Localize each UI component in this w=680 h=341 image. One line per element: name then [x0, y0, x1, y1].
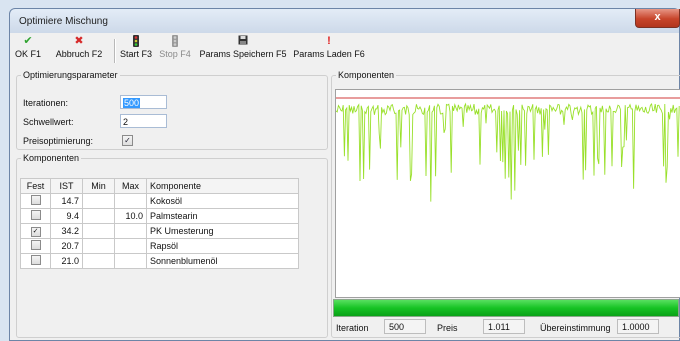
fest-checkbox[interactable]: ✓ [30, 227, 41, 237]
max-cell[interactable] [114, 223, 147, 239]
start-button[interactable]: Start F3 [118, 35, 154, 65]
max-cell[interactable] [114, 238, 147, 254]
max-cell[interactable]: 10.0 [114, 208, 147, 224]
column-header-fest[interactable]: Fest [20, 178, 51, 194]
cross-icon: ✖ [74, 35, 84, 47]
client-area: ✔ OK F1 ✖ Abbruch F2 Start F3 Stop F4 Pa… [11, 33, 680, 340]
trace-line [335, 102, 680, 202]
min-cell[interactable] [82, 208, 115, 224]
window-title: Optimiere Mischung [19, 16, 108, 27]
plot-canvas [335, 97, 680, 202]
min-cell[interactable] [82, 253, 115, 269]
component-name-cell[interactable]: Palmstearin [146, 208, 299, 224]
save-params-label: Params Speichern F5 [199, 49, 287, 59]
ok-label: OK F1 [14, 49, 41, 59]
traffic-light-icon [157, 35, 193, 47]
title-bar[interactable]: Optimiere Mischung x [10, 9, 680, 33]
components-plot [335, 89, 680, 298]
component-name-cell[interactable]: Rapsöl [146, 238, 299, 254]
toolbar-separator [114, 39, 116, 63]
progress-bar [333, 299, 679, 317]
optimization-params-legend: Optimierungsparameter [23, 70, 118, 80]
ok-button[interactable]: ✔ OK F1 [13, 35, 43, 65]
match-label: Übereinstimmung [540, 323, 611, 333]
ist-cell[interactable]: 21.0 [50, 253, 83, 269]
optimization-params-group: Optimierungsparameter Iterationen: 500 S… [16, 70, 328, 150]
table-row[interactable]: ✓ 34.2 PK Umesterung [20, 223, 299, 239]
table-row[interactable]: 14.7 Kokosöl [20, 193, 299, 209]
table-header-row: Fest IST Min Max Komponente [20, 178, 299, 194]
floppy-disk-icon [197, 35, 289, 47]
threshold-value: 2 [123, 117, 129, 127]
traffic-light-icon [118, 35, 154, 47]
close-icon: x [654, 11, 661, 23]
match-value: 1.0000 [617, 319, 659, 334]
component-name-cell[interactable]: Sonnenblumenöl [146, 253, 299, 269]
components-legend: Komponenten [23, 153, 80, 163]
min-cell[interactable] [82, 223, 115, 239]
stop-button[interactable]: Stop F4 [157, 35, 193, 65]
exclamation-icon: ! [327, 35, 331, 47]
close-button[interactable]: x [635, 9, 680, 28]
fest-cell[interactable] [20, 238, 51, 254]
price-optimization-checkbox[interactable]: ✓ [122, 135, 133, 146]
column-header-max[interactable]: Max [114, 178, 147, 194]
ist-cell[interactable]: 34.2 [50, 223, 83, 239]
ist-cell[interactable]: 20.7 [50, 238, 83, 254]
iteration-value: 500 [384, 319, 426, 334]
threshold-input[interactable]: 2 [120, 114, 167, 128]
components-table: Fest IST Min Max Komponente 14.7 Kokosöl [20, 178, 299, 269]
component-name-cell[interactable]: PK Umesterung [146, 223, 299, 239]
fest-cell[interactable] [20, 208, 51, 224]
stop-label: Stop F4 [159, 49, 191, 59]
fest-cell[interactable] [20, 253, 51, 269]
cancel-button[interactable]: ✖ Abbruch F2 [47, 35, 111, 65]
ist-cell[interactable]: 9.4 [50, 208, 83, 224]
components-group: Komponenten Fest IST Min Max Komponente … [16, 153, 328, 338]
fest-checkbox[interactable] [30, 195, 41, 205]
load-params-label: Params Laden F6 [293, 49, 365, 59]
iterations-input[interactable]: 500 [120, 95, 167, 109]
max-cell[interactable] [114, 253, 147, 269]
fest-cell[interactable] [20, 193, 51, 209]
max-cell[interactable] [114, 193, 147, 209]
threshold-label: Schwellwert: [23, 117, 74, 127]
min-cell[interactable] [82, 238, 115, 254]
components-plot-group: Komponenten Iteration 500 Preis 1.011 Üb… [331, 70, 680, 338]
fest-checkbox[interactable] [30, 255, 41, 265]
column-header-min[interactable]: Min [82, 178, 115, 194]
component-name-cell[interactable]: Kokosöl [146, 193, 299, 209]
start-label: Start F3 [119, 49, 152, 59]
progress-fill [334, 300, 678, 316]
iteration-label: Iteration [336, 323, 369, 333]
fest-cell[interactable]: ✓ [20, 223, 51, 239]
column-header-ist[interactable]: IST [50, 178, 83, 194]
checkmark-icon: ✓ [124, 136, 131, 145]
price-value: 1.011 [483, 319, 525, 334]
iterations-label: Iterationen: [23, 98, 69, 108]
cancel-label: Abbruch F2 [55, 49, 103, 59]
ist-cell[interactable]: 14.7 [50, 193, 83, 209]
dialog-window: Optimiere Mischung x ✔ OK F1 ✖ Abbruch F… [9, 8, 680, 341]
load-params-button[interactable]: ! Params Laden F6 [292, 35, 366, 65]
components-plot-legend: Komponenten [338, 70, 395, 80]
check-icon: ✔ [23, 35, 33, 47]
table-row[interactable]: 20.7 Rapsöl [20, 238, 299, 254]
price-optimization-label: Preisoptimierung: [23, 136, 94, 146]
save-params-button[interactable]: Params Speichern F5 [197, 35, 289, 65]
column-header-komponente[interactable]: Komponente [146, 178, 299, 194]
toolbar: ✔ OK F1 ✖ Abbruch F2 Start F3 Stop F4 Pa… [11, 35, 678, 65]
min-cell[interactable] [82, 193, 115, 209]
iterations-value: 500 [123, 98, 141, 108]
table-row[interactable]: 21.0 Sonnenblumenöl [20, 253, 299, 269]
price-label: Preis [437, 323, 458, 333]
fest-checkbox[interactable] [30, 210, 41, 220]
table-row[interactable]: 9.4 10.0 Palmstearin [20, 208, 299, 224]
fest-checkbox[interactable] [30, 240, 41, 250]
